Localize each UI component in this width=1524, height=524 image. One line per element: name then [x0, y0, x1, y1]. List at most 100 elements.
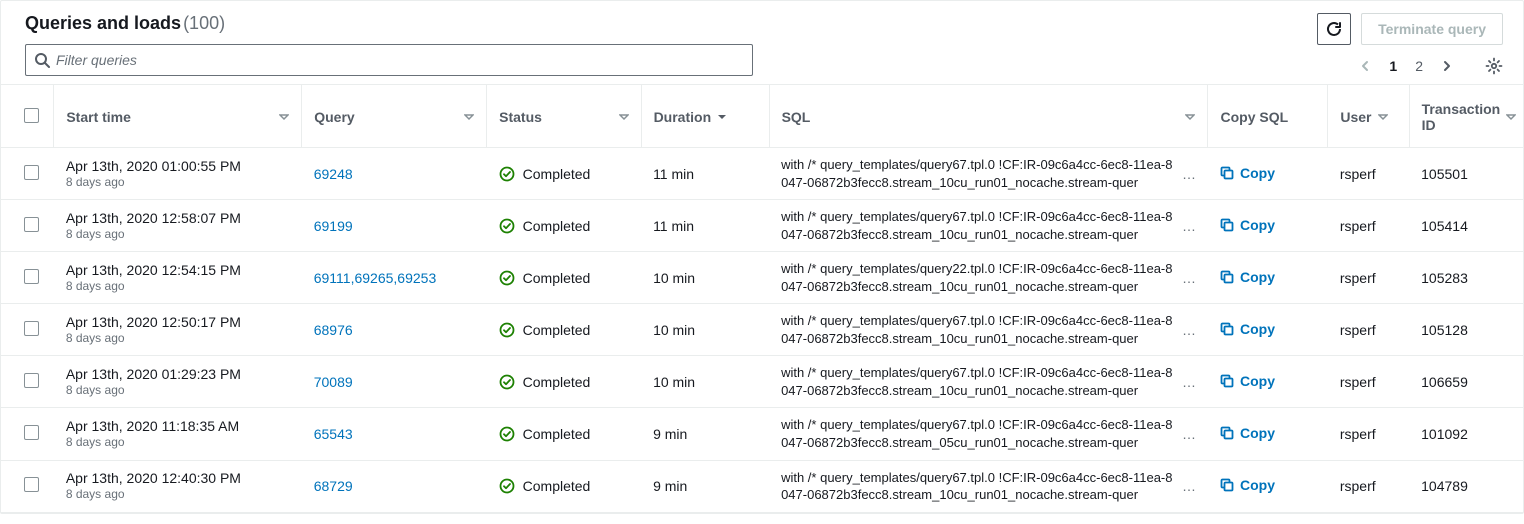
- copy-sql-button[interactable]: Copy: [1220, 269, 1275, 285]
- copy-icon: [1220, 478, 1234, 492]
- start-time-cell: Apr 13th, 2020 12:40:30 PM 8 days ago: [54, 460, 302, 512]
- row-checkbox-cell: [1, 200, 54, 252]
- table-row: Apr 13th, 2020 01:29:23 PM 8 days ago 70…: [1, 356, 1523, 408]
- start-time-cell: Apr 13th, 2020 01:00:55 PM 8 days ago: [54, 148, 302, 200]
- row-checkbox[interactable]: [24, 321, 39, 336]
- start-time-value: Apr 13th, 2020 01:00:55 PM: [66, 157, 290, 175]
- panel-title: Queries and loads: [25, 13, 181, 34]
- row-checkbox[interactable]: [24, 477, 39, 492]
- sql-text: with /* query_templates/query22.tpl.0 !C…: [781, 260, 1174, 295]
- row-checkbox[interactable]: [24, 165, 39, 180]
- start-time-ago: 8 days ago: [66, 487, 290, 503]
- duration-cell: 10 min: [641, 252, 769, 304]
- queries-table: Start time Query Status Duration SQL: [1, 84, 1523, 513]
- table-row: Apr 13th, 2020 12:54:15 PM 8 days ago 69…: [1, 252, 1523, 304]
- page-2[interactable]: 2: [1415, 58, 1423, 74]
- copy-sql-button[interactable]: Copy: [1220, 373, 1275, 389]
- row-checkbox[interactable]: [24, 217, 39, 232]
- sort-icon: [464, 112, 474, 122]
- row-checkbox-cell: [1, 408, 54, 460]
- status-cell: Completed: [487, 304, 641, 356]
- status-text: Completed: [523, 426, 591, 442]
- page-1[interactable]: 1: [1389, 58, 1397, 74]
- query-id-link[interactable]: 68976: [314, 322, 353, 338]
- query-id-link[interactable]: 69111,69265,69253: [314, 270, 437, 286]
- row-checkbox[interactable]: [24, 425, 39, 440]
- table-row: Apr 13th, 2020 12:50:17 PM 8 days ago 68…: [1, 304, 1523, 356]
- user-cell: rsperf: [1328, 304, 1409, 356]
- row-checkbox[interactable]: [24, 269, 39, 284]
- search-input[interactable]: [56, 52, 744, 68]
- copy-sql-button[interactable]: Copy: [1220, 321, 1275, 337]
- header-duration[interactable]: Duration: [641, 85, 769, 148]
- row-checkbox-cell: [1, 460, 54, 512]
- table-header-row: Start time Query Status Duration SQL: [1, 85, 1523, 148]
- header-query[interactable]: Query: [302, 85, 487, 148]
- status-success-icon: [499, 270, 515, 286]
- search-wrap[interactable]: [25, 44, 753, 76]
- sql-text: with /* query_templates/query67.tpl.0 !C…: [781, 416, 1174, 451]
- start-time-ago: 8 days ago: [66, 331, 290, 347]
- copy-label: Copy: [1240, 321, 1275, 337]
- start-time-value: Apr 13th, 2020 12:58:07 PM: [66, 209, 290, 227]
- copy-label: Copy: [1240, 217, 1275, 233]
- transaction-id-cell: 106659: [1409, 356, 1523, 408]
- copy-cell: Copy: [1208, 460, 1328, 512]
- transaction-id-cell: 105501: [1409, 148, 1523, 200]
- search-icon: [34, 52, 50, 68]
- ellipsis-icon: …: [1182, 426, 1196, 442]
- header-user[interactable]: User: [1328, 85, 1409, 148]
- sql-cell: with /* query_templates/query22.tpl.0 !C…: [769, 252, 1208, 304]
- header-sql[interactable]: SQL: [769, 85, 1208, 148]
- copy-sql-button[interactable]: Copy: [1220, 425, 1275, 441]
- header-start-time-label: Start time: [66, 109, 131, 125]
- query-id-link[interactable]: 65543: [314, 426, 353, 442]
- chevron-right-icon[interactable]: [1441, 60, 1453, 72]
- ellipsis-icon: …: [1182, 270, 1196, 286]
- status-success-icon: [499, 478, 515, 494]
- user-cell: rsperf: [1328, 408, 1409, 460]
- query-id-link[interactable]: 69248: [314, 166, 353, 182]
- status-cell: Completed: [487, 460, 641, 512]
- copy-cell: Copy: [1208, 304, 1328, 356]
- query-id-link[interactable]: 68729: [314, 478, 353, 494]
- sql-cell: with /* query_templates/query67.tpl.0 !C…: [769, 200, 1208, 252]
- query-id-link[interactable]: 70089: [314, 374, 353, 390]
- header-status[interactable]: Status: [487, 85, 641, 148]
- sql-cell: with /* query_templates/query67.tpl.0 !C…: [769, 356, 1208, 408]
- refresh-icon: [1326, 21, 1342, 37]
- sql-text: with /* query_templates/query67.tpl.0 !C…: [781, 312, 1174, 347]
- duration-cell: 9 min: [641, 408, 769, 460]
- title-row: Queries and loads (100): [25, 13, 753, 34]
- sql-cell: with /* query_templates/query67.tpl.0 !C…: [769, 408, 1208, 460]
- sort-icon: [1185, 112, 1195, 122]
- refresh-button[interactable]: [1317, 13, 1351, 45]
- copy-cell: Copy: [1208, 356, 1328, 408]
- gear-icon[interactable]: [1485, 57, 1503, 75]
- header-sql-label: SQL: [782, 109, 811, 125]
- select-all-checkbox[interactable]: [24, 108, 39, 123]
- transaction-id-cell: 105283: [1409, 252, 1523, 304]
- table-row: Apr 13th, 2020 01:00:55 PM 8 days ago 69…: [1, 148, 1523, 200]
- row-checkbox[interactable]: [24, 373, 39, 388]
- copy-sql-button[interactable]: Copy: [1220, 165, 1275, 181]
- transaction-id-cell: 105128: [1409, 304, 1523, 356]
- header-start-time[interactable]: Start time: [54, 85, 302, 148]
- start-time-cell: Apr 13th, 2020 11:18:35 AM 8 days ago: [54, 408, 302, 460]
- transaction-id-cell: 104789: [1409, 460, 1523, 512]
- header-transaction-id[interactable]: Transaction ID: [1409, 85, 1523, 148]
- query-cell: 70089: [302, 356, 487, 408]
- status-text: Completed: [523, 374, 591, 390]
- user-cell: rsperf: [1328, 356, 1409, 408]
- terminate-query-button[interactable]: Terminate query: [1361, 13, 1503, 45]
- copy-cell: Copy: [1208, 408, 1328, 460]
- copy-label: Copy: [1240, 373, 1275, 389]
- copy-icon: [1220, 218, 1234, 232]
- header-query-label: Query: [314, 109, 354, 125]
- user-cell: rsperf: [1328, 200, 1409, 252]
- ellipsis-icon: …: [1182, 478, 1196, 494]
- copy-sql-button[interactable]: Copy: [1220, 217, 1275, 233]
- start-time-value: Apr 13th, 2020 11:18:35 AM: [66, 417, 290, 435]
- query-id-link[interactable]: 69199: [314, 218, 353, 234]
- copy-sql-button[interactable]: Copy: [1220, 477, 1275, 493]
